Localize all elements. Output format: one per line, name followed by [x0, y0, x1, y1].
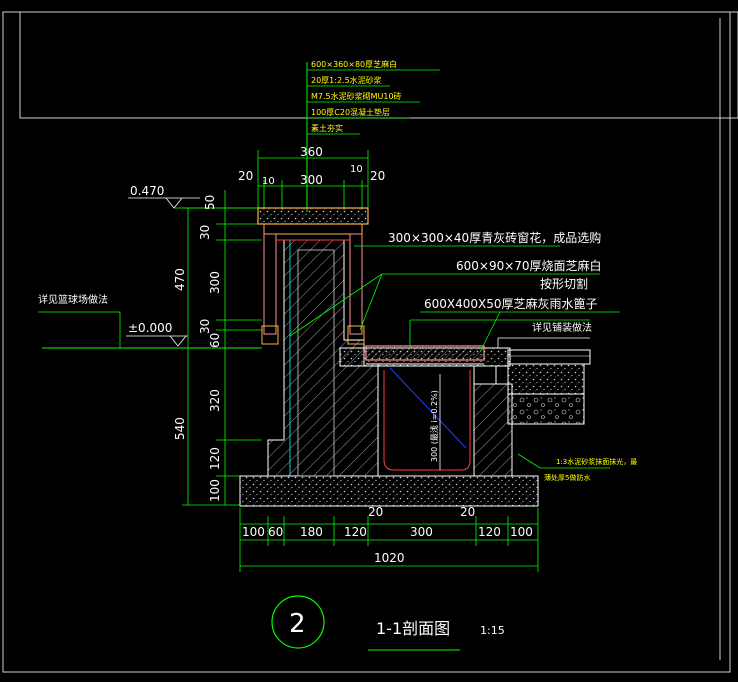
section-drawing: 600×360×80厚芝麻白 20厚1:2.5水泥砂浆 M7.5水泥砂浆砌MU1…: [2, 11, 738, 673]
dim-h: 300: [410, 525, 433, 539]
dim-v: 30: [198, 319, 212, 334]
layer-note: 100厚C20混凝土垫层: [311, 107, 390, 117]
bottom-dimension-labels: 100 60 180 120 300 120 100 20 20 1020: [242, 505, 533, 565]
dim-h: 180: [300, 525, 323, 539]
mortar-callout: 1:3水泥砂浆抹面抹光，最: [556, 457, 637, 466]
elevation-ground-label: ±0.000: [128, 321, 172, 335]
dim-inner: 300: [300, 173, 323, 187]
dim-v: 320: [208, 389, 222, 412]
dim-v: 100: [208, 479, 222, 502]
dim-gap-b: 20: [460, 505, 475, 519]
top-dimension-labels: 360 20 10 300 10 20: [238, 145, 385, 187]
layer-note: 20厚1:2.5水泥砂浆: [311, 75, 382, 85]
mortar-callout-2: 薄处厚5做防水: [544, 473, 590, 482]
dim-total: 1020: [374, 551, 405, 565]
dim-right-20: 20: [370, 169, 385, 183]
window-callout: 300×300×40厚青灰砖窗花，成品选购: [388, 230, 601, 245]
foundation-pad: [239, 475, 539, 507]
dim-v: 470: [173, 268, 187, 291]
dim-v: 300: [208, 271, 222, 294]
dim-h: 60: [268, 525, 283, 539]
dim-v: 120: [208, 447, 222, 470]
channel-depth-label: 300 (最浅 i=0.2%): [429, 390, 439, 462]
layer-note: M7.5水泥砂浆砌MU10砖: [311, 91, 402, 101]
elevation-ground: ±0.000: [126, 321, 188, 347]
paving-callout: 详见铺装做法: [532, 321, 592, 334]
cap-callout: 600×90×70厚烧面芝麻白: [456, 258, 602, 273]
cap-callout-2: 按形切割: [540, 276, 588, 291]
dim-right-10: 10: [350, 164, 363, 175]
dim-left-20: 20: [238, 169, 253, 183]
lawn-callout: 详见篮球场做法: [38, 293, 108, 306]
dim-v: 30: [198, 225, 212, 240]
dim-v: 50: [203, 195, 217, 210]
dim-v: 540: [173, 417, 187, 440]
dim-h: 100: [510, 525, 533, 539]
dim-left-10: 10: [262, 176, 275, 187]
title-scale: 1:15: [480, 624, 505, 637]
dim-h: 120: [344, 525, 367, 539]
title-block: 2 1-1剖面图 1:15: [271, 595, 505, 651]
layer-note: 素土夯实: [311, 123, 343, 133]
dim-h: 100: [242, 525, 265, 539]
layer-note: 600×360×80厚芝麻白: [311, 59, 397, 69]
cover-callout: 600X400X50厚芝麻灰雨水篦子: [424, 296, 598, 311]
title-name: 1-1剖面图: [376, 619, 450, 638]
dim-v: 60: [208, 333, 222, 348]
dim-overall: 360: [300, 145, 323, 159]
elevation-top: 0.470: [128, 184, 258, 209]
layer-notes: 600×360×80厚芝麻白 20厚1:2.5水泥砂浆 M7.5水泥砂浆砌MU1…: [306, 59, 440, 212]
dim-gap-a: 20: [368, 505, 383, 519]
dim-h: 120: [478, 525, 501, 539]
title-number: 2: [289, 609, 306, 639]
drainage-channel: 300 (最浅 i=0.2%): [377, 364, 513, 477]
elevation-top-label: 0.470: [130, 184, 164, 198]
